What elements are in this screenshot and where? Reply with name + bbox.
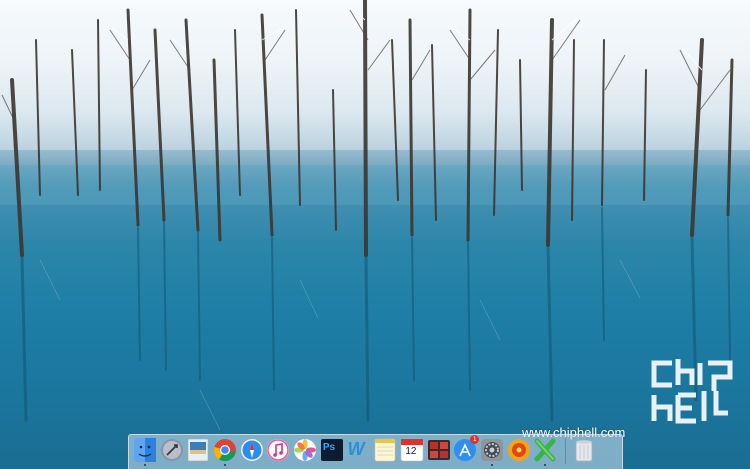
appstore-icon[interactable]: 1: [453, 435, 480, 465]
calendar-day: 12: [405, 446, 417, 457]
appstore-badge: 1: [470, 435, 480, 444]
chrome-icon[interactable]: [213, 437, 237, 466]
desktop: www.chiphell.com Ps W 12 1: [0, 0, 750, 469]
photos-icon[interactable]: [293, 437, 317, 465]
dock-separator: [565, 438, 567, 464]
chiphell-logo: [651, 359, 733, 424]
notes-icon[interactable]: [373, 437, 397, 465]
preview-icon[interactable]: [186, 437, 210, 465]
photoshop-icon[interactable]: Ps: [320, 437, 344, 465]
dock: Ps W 12 1: [128, 434, 623, 469]
trash-icon[interactable]: [572, 437, 596, 465]
launchpad-icon[interactable]: [160, 437, 184, 465]
crossover-icon[interactable]: [533, 437, 557, 466]
calendar-icon[interactable]: 12: [400, 437, 424, 465]
finder-icon[interactable]: [133, 437, 157, 466]
wallpaper-image: [0, 0, 750, 431]
media-player-icon[interactable]: [507, 437, 531, 465]
word-label: W: [347, 439, 365, 459]
system-preferences-icon[interactable]: [480, 437, 504, 466]
safari-icon[interactable]: [240, 437, 264, 465]
word-icon[interactable]: W: [347, 437, 371, 465]
photobooth-icon[interactable]: [427, 437, 451, 465]
photoshop-label: Ps: [322, 442, 336, 453]
itunes-icon[interactable]: [266, 437, 290, 465]
